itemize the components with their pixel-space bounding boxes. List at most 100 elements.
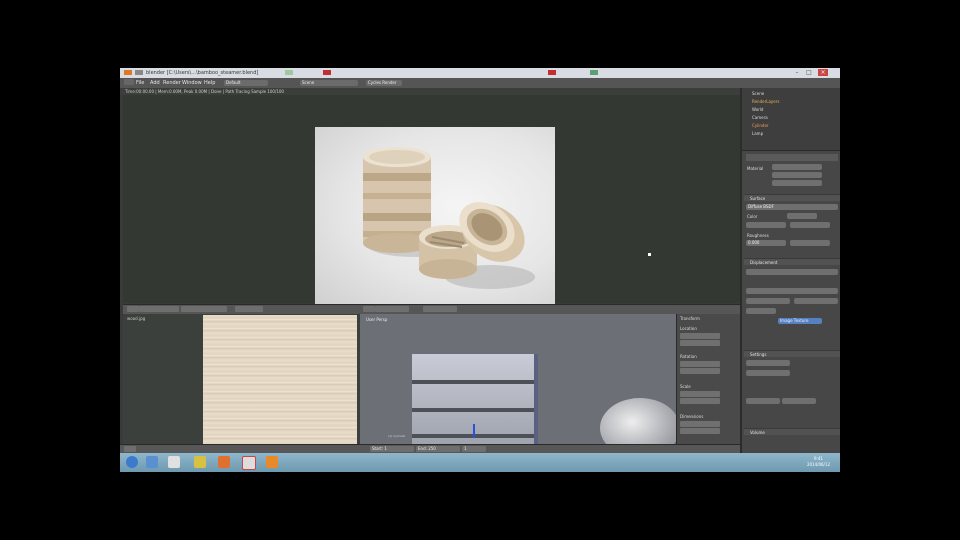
np-scale-y[interactable] (680, 398, 720, 404)
file-icon (135, 70, 143, 75)
menu-add[interactable]: Add (150, 80, 160, 86)
uv-mode-selector[interactable] (235, 306, 263, 312)
layout-selector[interactable]: Default (224, 80, 268, 86)
uv-image-name: wood.jpg (127, 316, 146, 321)
field-3[interactable] (790, 240, 830, 246)
field-10[interactable] (746, 370, 790, 376)
properties-tabs[interactable] (746, 154, 838, 161)
roughness-field[interactable]: 0.000 (746, 240, 786, 246)
close-icon[interactable]: × (818, 69, 828, 76)
minimize-icon[interactable]: – (792, 69, 802, 76)
np-rotation-y[interactable] (680, 368, 720, 374)
tray-icon-4 (590, 70, 598, 75)
taskbar: 9:41 2014/06/12 (120, 453, 840, 472)
properties-panel: Scene RenderLayers World Camera Cylinder… (740, 88, 840, 453)
material-selector[interactable] (772, 172, 822, 178)
np-dim-x[interactable] (680, 421, 720, 427)
view-perspective-label: User Persp (366, 317, 388, 322)
surface-section[interactable]: Surface (744, 194, 840, 201)
displacement-section[interactable]: Displacement (744, 258, 840, 265)
field-5[interactable] (746, 288, 838, 294)
volume-section[interactable]: Volume (744, 428, 840, 435)
steamer-mesh-side (534, 354, 538, 444)
color-input-field[interactable]: Image Texture (778, 318, 822, 324)
color-field[interactable] (787, 213, 817, 219)
3d-mode-selector[interactable] (423, 306, 457, 312)
object-label: (1) Cylinder (388, 434, 406, 438)
material-label: Material (747, 166, 764, 171)
np-rotation-label: Rotation (680, 354, 697, 359)
app-icon-1[interactable] (168, 456, 180, 468)
uv-view-menu[interactable] (139, 306, 179, 312)
field-2[interactable] (790, 222, 830, 228)
field-12[interactable] (782, 398, 816, 404)
np-rotation-x[interactable] (680, 361, 720, 367)
folder-icon[interactable] (194, 456, 206, 468)
render-viewport[interactable]: Time:00:00.00 | Mem:0.00M, Peak 0.00M | … (120, 88, 740, 307)
timeline-end[interactable]: End: 250 (416, 446, 460, 452)
3d-view-menu[interactable] (375, 306, 409, 312)
render-info-line: Time:00:00.00 | Mem:0.00M, Peak 0.00M | … (120, 88, 740, 95)
outliner-row[interactable]: Scene (752, 91, 764, 96)
field-7[interactable] (794, 298, 838, 304)
settings-section[interactable]: Settings (744, 350, 840, 357)
uv-image-selector[interactable] (181, 306, 227, 312)
field-4[interactable] (746, 269, 838, 275)
blender-icon (124, 70, 132, 75)
desktop-screen: blender [C:\Users\...\bamboo_steamer.ble… (120, 68, 840, 472)
field-8[interactable] (746, 308, 776, 314)
window-title: blender [C:\Users\...\bamboo_steamer.ble… (146, 70, 259, 76)
explorer-icon[interactable] (146, 456, 158, 468)
menu-render[interactable]: Render (163, 80, 181, 86)
timeline-frame[interactable]: 1 (462, 446, 486, 452)
maximize-icon[interactable]: □ (804, 69, 814, 76)
color-label: Color (747, 214, 758, 219)
browser-icon[interactable] (242, 456, 256, 470)
np-scale-x[interactable] (680, 391, 720, 397)
steamer-render-svg (363, 147, 535, 289)
app-icon-2[interactable] (218, 456, 230, 468)
menu-help[interactable]: Help (204, 80, 215, 86)
tray-icon-3 (548, 70, 556, 75)
tray-icon-2 (323, 70, 331, 75)
wood-texture-image (203, 315, 357, 444)
3d-viewport[interactable]: User Persp (1) Cylinder (360, 314, 680, 458)
menu-file[interactable]: File (136, 80, 144, 86)
editor-type-icon[interactable] (124, 79, 134, 85)
field-1[interactable] (746, 222, 786, 228)
np-location-x[interactable] (680, 333, 720, 339)
outliner-row[interactable]: RenderLayers (752, 99, 779, 104)
np-dimensions-label: Dimensions (680, 414, 704, 419)
mesh-band (412, 380, 534, 384)
material-slot-field[interactable] (772, 164, 822, 170)
np-dim-y[interactable] (680, 428, 720, 434)
timeline-start[interactable]: Start: 1 (370, 446, 414, 452)
field-11[interactable] (746, 398, 780, 404)
blender-taskbar-icon[interactable] (266, 456, 278, 468)
uv-image-editor[interactable]: wood.jpg (123, 314, 360, 444)
np-scale-label: Scale (680, 384, 691, 389)
roughness-label: Roughness (747, 233, 769, 238)
start-button-icon[interactable] (126, 456, 138, 468)
scene-selector[interactable]: Scene (300, 80, 358, 86)
np-location-y[interactable] (680, 340, 720, 346)
blue-axis-mark (473, 424, 475, 438)
rendered-image (315, 127, 555, 307)
outliner-row[interactable]: Camera (752, 115, 768, 120)
mesh-band (412, 408, 534, 412)
uv-editor-type-button[interactable] (127, 306, 139, 312)
outliner-row[interactable]: Cylinder (752, 123, 769, 128)
3d-editor-type-button[interactable] (363, 306, 375, 312)
render-engine-selector[interactable]: Cycles Render (366, 80, 402, 86)
material-browse[interactable] (772, 180, 822, 186)
menu-window[interactable]: Window (182, 80, 202, 86)
mouse-cursor (648, 253, 651, 256)
field-9[interactable] (746, 360, 790, 366)
outliner-row[interactable]: World (752, 107, 763, 112)
field-6[interactable] (746, 298, 790, 304)
editors-header (123, 304, 740, 314)
n-panel: Transform Location Rotation Scale Dimens… (676, 314, 741, 444)
surface-shader-field[interactable]: Diffuse BSDF (746, 204, 838, 210)
outliner-row[interactable]: Lamp (752, 131, 763, 136)
timeline-type-button[interactable] (124, 446, 136, 452)
